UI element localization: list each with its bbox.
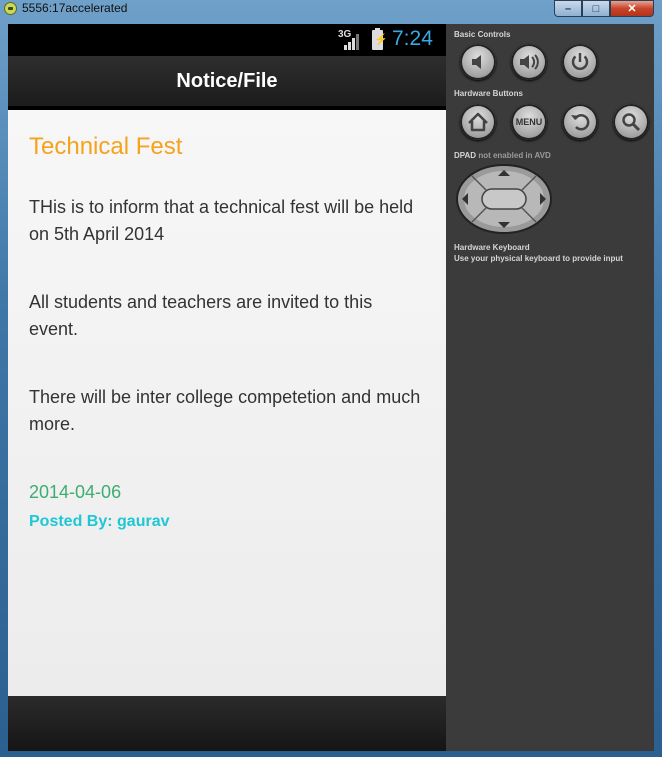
minimize-button[interactable]: – <box>554 0 582 17</box>
notice-paragraph: All students and teachers are invited to… <box>29 292 373 339</box>
battery-icon: ⚡ <box>372 28 388 50</box>
basic-controls-label: Basic Controls <box>454 30 511 39</box>
dpad-control[interactable] <box>456 164 552 234</box>
emulator-client: 3G ⚡ 7:24 Notice/File Technical Fest THi… <box>8 24 654 751</box>
power-icon <box>571 53 589 71</box>
signal-indicator: 3G <box>338 29 374 51</box>
bottom-bar <box>8 696 446 751</box>
notice-paragraph: There will be inter college competetion … <box>29 387 421 434</box>
page-title: Notice/File <box>176 70 278 92</box>
back-arrow-icon <box>571 114 590 131</box>
volume-down-button[interactable] <box>460 44 496 80</box>
window-controls: – □ ✕ <box>554 0 654 17</box>
window-title: 5556:17accelerated <box>22 1 128 15</box>
notice-date: 2014-04-06 <box>29 482 122 502</box>
notice-content: Technical Fest THis is to inform that a … <box>8 110 446 696</box>
keyboard-title: Hardware Keyboard <box>454 243 530 252</box>
search-button[interactable] <box>613 104 649 140</box>
device-screen: 3G ⚡ 7:24 Notice/File Technical Fest THi… <box>8 24 446 751</box>
signal-bars-icon <box>344 34 362 50</box>
keyboard-note: Use your physical keyboard to provide in… <box>454 254 623 263</box>
hardware-buttons-label: Hardware Buttons <box>454 89 523 98</box>
action-bar: Notice/File <box>8 56 446 110</box>
app-icon <box>4 2 17 15</box>
volume-up-button[interactable] <box>511 44 547 80</box>
notice-title: Technical Fest <box>29 133 183 160</box>
window-titlebar: 5556:17accelerated – □ ✕ <box>0 0 662 18</box>
status-clock: 7:24 <box>392 27 433 50</box>
dpad-label-text: DPAD <box>454 151 477 160</box>
home-button[interactable] <box>460 104 496 140</box>
maximize-button[interactable]: □ <box>582 0 610 17</box>
controls-panel: Basic Controls Hardware Buttons MENU DPA… <box>446 24 654 751</box>
volume-up-icon <box>520 54 539 70</box>
posted-by: Posted By: gaurav <box>29 513 170 530</box>
back-button[interactable] <box>562 104 598 140</box>
home-icon <box>468 112 488 132</box>
status-bar: 3G ⚡ 7:24 <box>8 24 446 56</box>
close-button[interactable]: ✕ <box>610 0 654 17</box>
notice-paragraph: THis is to inform that a technical fest … <box>29 197 414 244</box>
menu-button-label: MENU <box>515 117 543 127</box>
volume-down-icon <box>472 55 481 69</box>
menu-button[interactable]: MENU <box>511 104 547 140</box>
power-button[interactable] <box>562 44 598 80</box>
search-icon <box>622 113 641 132</box>
dpad-label: DPAD not enabled in AVD <box>454 151 551 160</box>
dpad-note: not enabled in AVD <box>478 151 551 160</box>
emulator-window: 5556:17accelerated – □ ✕ 3G ⚡ 7:24 Notic… <box>0 0 662 757</box>
